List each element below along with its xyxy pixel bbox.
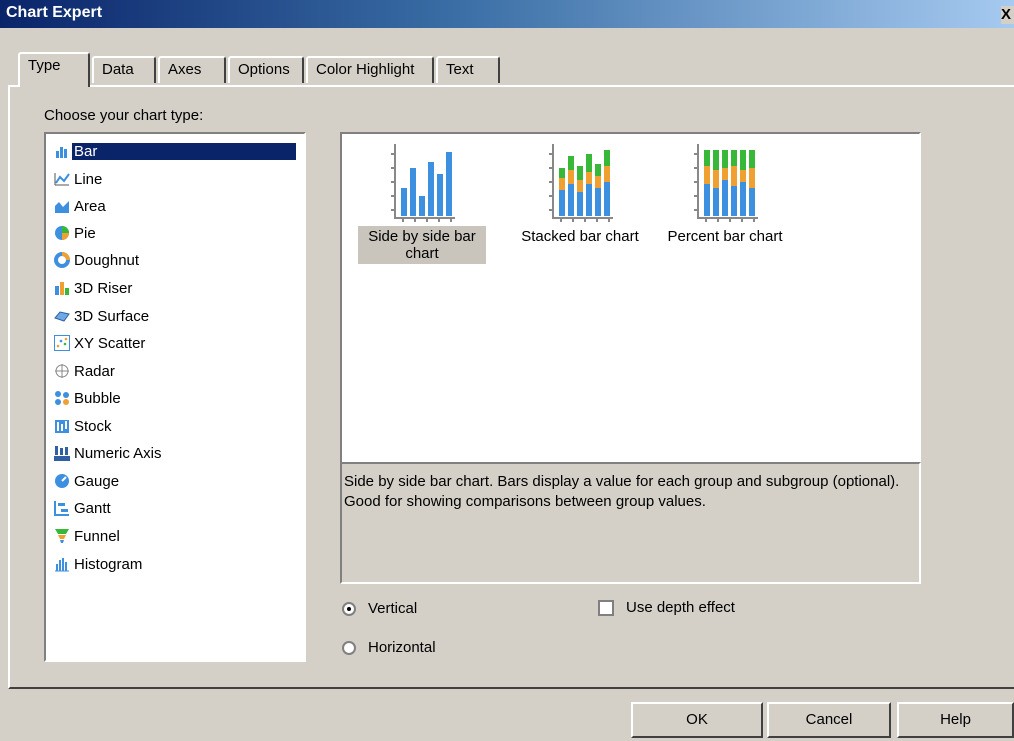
list-item-label: Numeric Axis [74, 444, 162, 462]
list-item-label: Line [74, 170, 103, 188]
list-item-label: Gauge [74, 472, 120, 490]
list-item-label: Doughnut [74, 251, 140, 269]
close-button[interactable]: X [1001, 6, 1014, 24]
side-by-side-bar-icon [391, 144, 455, 222]
stacked-bar-icon [549, 144, 613, 222]
horizontal-radio[interactable] [342, 641, 356, 655]
gantt-icon [54, 500, 70, 516]
tab-type[interactable]: Type [18, 52, 90, 87]
list-item-histogram[interactable]: Histogram [54, 551, 144, 577]
list-item-gantt[interactable]: Gantt [54, 495, 113, 521]
line-chart-icon [54, 171, 70, 187]
list-item-numeric-axis[interactable]: Numeric Axis [54, 440, 164, 466]
variant-caption: Stacked bar chart [521, 228, 639, 245]
3d-surface-icon [54, 308, 70, 324]
tab-text[interactable]: Text [436, 56, 500, 83]
chart-type-list[interactable]: Bar Line Area Pie Doughnut 3D Riser 3D S… [44, 132, 306, 662]
xy-scatter-icon [54, 335, 70, 351]
list-item-line[interactable]: Line [54, 166, 104, 192]
list-item-bubble[interactable]: Bubble [54, 385, 123, 411]
list-item-funnel[interactable]: Funnel [54, 523, 122, 549]
chart-description: Side by side bar chart. Bars display a v… [340, 462, 921, 584]
list-item-pie[interactable]: Pie [54, 220, 98, 246]
list-item-gauge[interactable]: Gauge [54, 468, 121, 494]
list-item-3d-riser[interactable]: 3D Riser [54, 275, 134, 301]
3d-riser-icon [54, 280, 70, 296]
help-button[interactable]: Help [897, 702, 1014, 738]
tab-label: Data [102, 61, 134, 78]
variant-percent[interactable]: Percent bar chart [660, 140, 790, 247]
variant-stacked[interactable]: Stacked bar chart [510, 140, 650, 247]
window-title: Chart Expert [6, 4, 103, 21]
numeric-axis-icon [54, 445, 70, 461]
chart-subtype-panel: Side by side bar chart Stacked bar chart… [340, 132, 921, 464]
variant-caption: Side by side bar chart [358, 226, 486, 264]
variant-caption: Percent bar chart [667, 228, 783, 245]
histogram-icon [54, 556, 70, 572]
list-item-label: XY Scatter [74, 334, 146, 352]
list-item-label: Funnel [74, 527, 120, 545]
depth-effect-checkbox[interactable] [598, 600, 614, 616]
bubble-icon [54, 390, 70, 406]
tab-color-highlight[interactable]: Color Highlight [306, 56, 434, 83]
vertical-label: Vertical [368, 600, 418, 617]
radar-icon [54, 363, 70, 379]
vertical-radio[interactable] [342, 602, 356, 616]
list-item-3d-surface[interactable]: 3D Surface [54, 303, 151, 329]
list-item-label: Bar [72, 142, 296, 160]
list-item-label: Area [74, 197, 106, 215]
stock-icon [54, 418, 70, 434]
list-item-doughnut[interactable]: Doughnut [54, 247, 141, 273]
variant-side-by-side[interactable]: Side by side bar chart [358, 140, 486, 264]
tab-label: Type [28, 57, 61, 74]
list-item-label: Gantt [74, 499, 111, 517]
tab-options[interactable]: Options [228, 56, 304, 83]
list-item-radar[interactable]: Radar [54, 358, 117, 384]
tab-axes[interactable]: Axes [158, 56, 226, 83]
tab-label: Axes [168, 61, 202, 78]
list-item-stock[interactable]: Stock [54, 413, 114, 439]
title-bar: Chart Expert X [0, 0, 1014, 28]
cancel-button[interactable]: Cancel [767, 702, 891, 738]
list-item-bar[interactable]: Bar [54, 138, 296, 164]
tab-data[interactable]: Data [92, 56, 156, 83]
chart-type-prompt: Choose your chart type: [44, 107, 204, 124]
pie-chart-icon [54, 225, 70, 241]
tab-label: Options [238, 61, 290, 78]
list-item-label: Radar [74, 362, 115, 380]
list-item-label: Histogram [74, 555, 143, 573]
depth-effect-label: Use depth effect [626, 599, 735, 616]
horizontal-label: Horizontal [368, 639, 436, 656]
list-item-label: Bubble [74, 389, 121, 407]
percent-bar-icon [694, 144, 758, 222]
list-item-label: 3D Surface [74, 307, 150, 325]
list-item-label: 3D Riser [74, 279, 133, 297]
funnel-icon [54, 528, 70, 544]
list-item-label: Pie [74, 224, 96, 242]
tab-label: Color Highlight [316, 61, 415, 78]
doughnut-chart-icon [54, 252, 70, 268]
ok-button[interactable]: OK [631, 702, 763, 738]
radio-dot [347, 607, 351, 611]
list-item-label: Stock [74, 417, 112, 435]
list-item-area[interactable]: Area [54, 193, 108, 219]
list-item-xy-scatter[interactable]: XY Scatter [54, 330, 147, 356]
area-chart-icon [54, 198, 70, 214]
gauge-icon [54, 473, 70, 489]
bar-chart-icon [54, 143, 70, 159]
tab-label: Text [446, 61, 474, 78]
